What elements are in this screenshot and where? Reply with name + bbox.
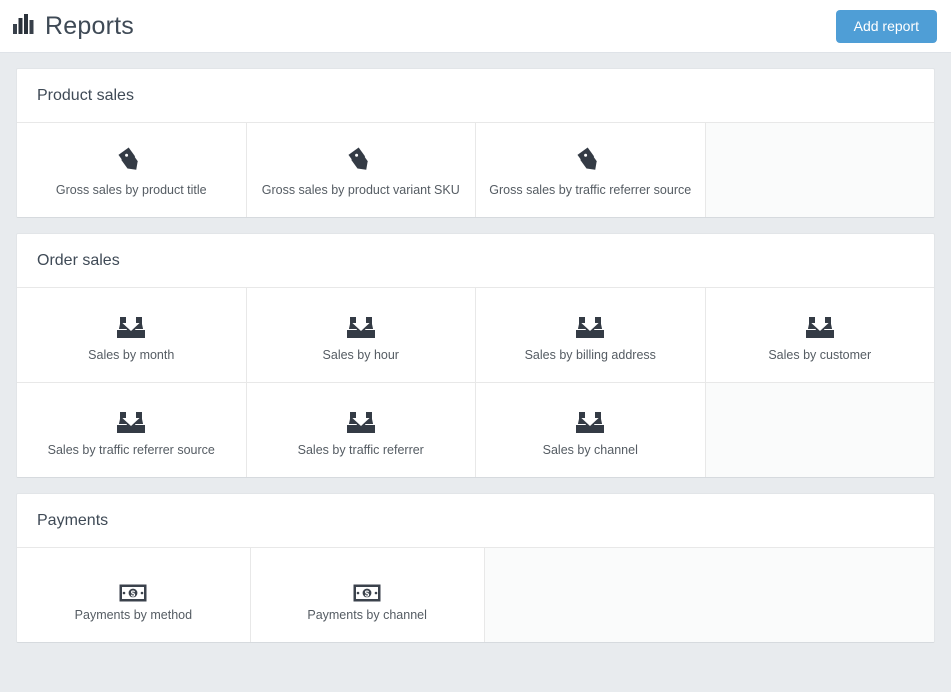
report-row: $ Payments by method $ Payments by chann…: [17, 548, 934, 642]
report-card-label: Gross sales by traffic referrer source: [489, 182, 692, 197]
report-card-gross-sales-by-product-title[interactable]: Gross sales by product title: [17, 123, 247, 217]
report-card-label: Sales by traffic referrer: [297, 442, 424, 457]
section-header: Payments: [17, 494, 934, 548]
report-card-sales-by-customer[interactable]: Sales by customer: [705, 288, 934, 382]
report-card-label: Sales by month: [88, 347, 175, 362]
inbox-down-icon: [805, 308, 835, 342]
report-card-sales-by-billing-address[interactable]: Sales by billing address: [476, 288, 706, 382]
report-card-payments-by-method[interactable]: $ Payments by method: [17, 548, 251, 642]
report-card-label: Gross sales by product title: [55, 182, 207, 197]
inbox-down-icon: [575, 403, 605, 437]
report-card-label: Sales by channel: [542, 442, 638, 457]
empty-cell: [705, 383, 934, 477]
report-card-sales-by-traffic-referrer-source[interactable]: Sales by traffic referrer source: [17, 383, 247, 477]
svg-text:$: $: [131, 589, 136, 598]
report-row: Gross sales by product title Gross sales…: [17, 123, 934, 217]
page-header: Reports: [13, 11, 134, 40]
section-payments: Payments $ Payments by method $ Payments…: [16, 493, 935, 643]
section-order-sales: Order sales Sales by month Sales by hour…: [16, 233, 935, 478]
banknote-icon: $: [353, 568, 381, 602]
report-card-label: Sales by traffic referrer source: [47, 442, 215, 457]
empty-cell: [484, 548, 934, 642]
report-card-label: Payments by channel: [307, 607, 427, 622]
tags-icon: [575, 143, 605, 177]
svg-text:$: $: [365, 589, 370, 598]
report-row: Sales by traffic referrer source Sales b…: [17, 383, 934, 477]
report-card-label: Sales by customer: [768, 347, 872, 362]
inbox-down-icon: [575, 308, 605, 342]
bar-chart-icon: [13, 13, 35, 39]
section-title: Product sales: [37, 87, 134, 104]
top-bar: Reports Add report: [0, 0, 951, 53]
report-card-sales-by-hour[interactable]: Sales by hour: [246, 288, 476, 382]
reports-page: Product sales Gross sales by product tit…: [0, 53, 951, 692]
top-bar-actions: Add report: [835, 9, 937, 43]
inbox-down-icon: [346, 308, 376, 342]
tags-icon: [116, 143, 146, 177]
banknote-icon: $: [119, 568, 147, 602]
report-card-label: Payments by method: [74, 607, 193, 622]
section-header: Product sales: [17, 69, 934, 123]
add-report-button[interactable]: Add report: [835, 9, 937, 43]
report-card-sales-by-channel[interactable]: Sales by channel: [476, 383, 706, 477]
page-title: Reports: [45, 11, 134, 40]
report-row: Sales by month Sales by hour Sales by bi…: [17, 288, 934, 383]
report-card-sales-by-month[interactable]: Sales by month: [17, 288, 247, 382]
report-card-label: Sales by hour: [322, 347, 399, 362]
tags-icon: [346, 143, 376, 177]
report-card-label: Gross sales by product variant SKU: [261, 182, 460, 197]
empty-cell: [705, 123, 934, 217]
inbox-down-icon: [346, 403, 376, 437]
section-title: Order sales: [37, 252, 120, 269]
section-header: Order sales: [17, 234, 934, 288]
section-product-sales: Product sales Gross sales by product tit…: [16, 68, 935, 218]
report-card-sales-by-traffic-referrer[interactable]: Sales by traffic referrer: [246, 383, 476, 477]
inbox-down-icon: [116, 403, 146, 437]
report-card-payments-by-channel[interactable]: $ Payments by channel: [250, 548, 485, 642]
report-card-gross-sales-by-traffic-referrer-source[interactable]: Gross sales by traffic referrer source: [476, 123, 706, 217]
inbox-down-icon: [116, 308, 146, 342]
section-title: Payments: [37, 512, 109, 529]
report-card-label: Sales by billing address: [524, 347, 656, 362]
report-card-gross-sales-by-product-variant-sku[interactable]: Gross sales by product variant SKU: [246, 123, 476, 217]
